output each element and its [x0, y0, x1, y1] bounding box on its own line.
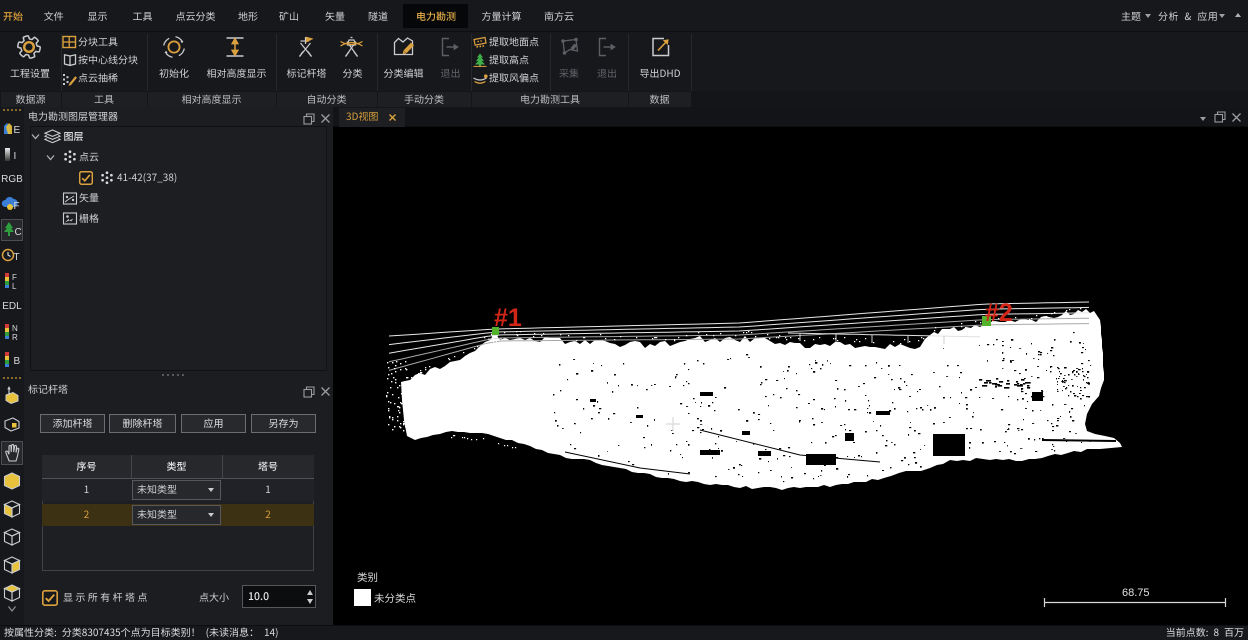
- svg-text:#2: #2: [985, 299, 1013, 327]
- svg-text:68.75: 68.75: [1122, 587, 1150, 599]
- svg-text:L: L: [12, 282, 17, 291]
- svg-text:R: R: [12, 333, 18, 342]
- svg-text:I: I: [14, 151, 17, 162]
- svg-text:T: T: [14, 252, 20, 263]
- svg-text:E: E: [14, 125, 21, 136]
- svg-text:#1: #1: [494, 304, 522, 332]
- svg-text:F: F: [12, 273, 17, 282]
- svg-text:N: N: [12, 324, 18, 333]
- svg-text:C: C: [15, 227, 22, 238]
- svg-text:B: B: [14, 356, 21, 367]
- svg-text:F: F: [14, 201, 20, 212]
